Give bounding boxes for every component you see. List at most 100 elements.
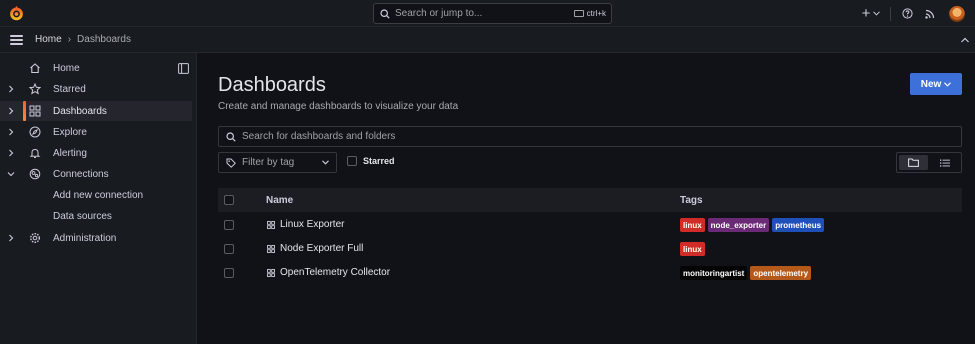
sidebar-item-label: Dashboards [53, 105, 107, 117]
home-icon [30, 63, 40, 74]
top-bar: Search or jump to... ctrl+k + [0, 0, 975, 27]
sidebar-item-label: Alerting [53, 147, 87, 159]
sidebar-item-starred[interactable]: Starred [0, 79, 192, 99]
user-avatar[interactable] [949, 5, 965, 22]
starred-filter-checkbox[interactable]: Starred [347, 156, 395, 166]
page-title: Dashboards [218, 74, 326, 96]
topbar-actions: + [858, 0, 975, 27]
tag-list: linux [680, 242, 705, 256]
chevron-down-icon[interactable] [7, 170, 15, 178]
folder-view-button[interactable] [899, 155, 928, 170]
sidebar-item-administration[interactable]: Administration [0, 228, 192, 248]
dashboard-search-input[interactable]: Search for dashboards and folders [218, 126, 962, 147]
plus-icon: + [861, 5, 871, 22]
sidebar-item-dashboards[interactable]: Dashboards [0, 101, 192, 121]
sidebar-item-label: Starred [53, 83, 86, 95]
chevron-up-icon[interactable] [960, 35, 970, 45]
dashboard-link[interactable]: Node Exporter Full [280, 243, 363, 254]
breadcrumb-bar: Home › Dashboards [0, 27, 975, 53]
page-subtitle: Create and manage dashboards to visualiz… [218, 101, 459, 112]
tag-icon [226, 158, 236, 168]
sidebar-item-alerting[interactable]: Alerting [0, 143, 192, 163]
dashboard-link[interactable]: Linux Exporter [280, 219, 344, 230]
list-icon [939, 159, 950, 167]
grafana-logo-icon[interactable] [8, 5, 25, 22]
row-checkbox[interactable] [224, 220, 234, 230]
dashboard-grid-icon [267, 245, 275, 253]
search-icon [226, 131, 236, 142]
breadcrumb-home[interactable]: Home [35, 34, 62, 45]
column-header-tags: Tags [680, 194, 703, 206]
breadcrumb-separator-icon: › [67, 34, 72, 45]
dashboard-grid-icon [267, 269, 275, 277]
sidebar-nav: Home Starred Dashboards Explore Alerting… [0, 53, 197, 344]
sidebar-item-label: Add new connection [53, 189, 144, 201]
chevron-down-icon [944, 81, 952, 87]
sidebar-item-label: Explore [53, 126, 87, 138]
table-row[interactable]: Linux Exporter linux node_exporter prome… [218, 213, 962, 237]
chevron-right-icon[interactable] [7, 128, 15, 136]
new-dashboard-button[interactable]: New [910, 73, 962, 95]
dashboard-grid-icon [267, 221, 275, 229]
sidebar-item-home[interactable]: Home [0, 58, 192, 78]
sidebar-item-label: Administration [53, 232, 117, 244]
dashboard-grid-icon [29, 105, 41, 117]
connections-icon [29, 168, 41, 180]
row-checkbox[interactable] [224, 244, 234, 254]
tag-list: monitoringartist opentelemetry [680, 266, 812, 280]
hamburger-menu-icon[interactable] [10, 34, 23, 45]
tag-list: linux node_exporter prometheus [680, 218, 825, 232]
chevron-right-icon[interactable] [7, 149, 15, 157]
starred-checkbox[interactable] [347, 156, 357, 166]
table-row[interactable]: Node Exporter Full linux [218, 237, 962, 261]
news-feed-button[interactable] [917, 0, 943, 27]
sidebar-item-connections[interactable]: Connections [0, 164, 192, 184]
tag-badge[interactable]: prometheus [772, 218, 825, 232]
topbar-divider [890, 6, 891, 21]
tag-badge[interactable]: monitoringartist [680, 266, 748, 280]
help-button[interactable] [897, 0, 917, 27]
tag-badge[interactable]: node_exporter [707, 218, 770, 232]
table-header: Name Tags [218, 188, 962, 212]
tag-filter-select[interactable]: Filter by tag [218, 152, 337, 173]
table-row[interactable]: OpenTelemetry Collector monitoringartist… [218, 261, 962, 285]
sidebar-item-label: Connections [53, 168, 109, 180]
help-icon [901, 8, 913, 19]
global-search-input[interactable]: Search or jump to... ctrl+k [373, 3, 612, 24]
tag-badge[interactable]: linux [680, 218, 705, 232]
main-content: Dashboards Create and manage dashboards … [198, 53, 975, 344]
keyboard-shortcut-hint: ctrl+k [573, 9, 606, 18]
row-checkbox[interactable] [224, 268, 234, 278]
search-icon [380, 8, 390, 19]
sidebar-item-explore[interactable]: Explore [0, 122, 192, 142]
compass-icon [29, 126, 41, 138]
breadcrumb-current: Dashboards [77, 34, 131, 45]
sidebar-item-label: Data sources [53, 210, 112, 222]
sidebar-item-add-new-connection[interactable]: Add new connection [0, 185, 192, 205]
sidebar-item-label: Home [53, 62, 80, 74]
chevron-down-icon [322, 160, 329, 165]
chevron-right-icon[interactable] [7, 85, 15, 93]
new-button-label: New [920, 78, 942, 90]
list-view-button[interactable] [930, 155, 959, 170]
chevron-down-icon [873, 11, 881, 16]
bell-icon [29, 148, 41, 158]
star-icon [29, 83, 41, 95]
chevron-right-icon[interactable] [7, 107, 15, 115]
keyboard-icon [573, 10, 584, 17]
shortcut-label: ctrl+k [586, 9, 606, 18]
sidebar-item-data-sources[interactable]: Data sources [0, 206, 192, 226]
new-menu-button[interactable]: + [858, 0, 884, 27]
global-search-placeholder: Search or jump to... [395, 8, 483, 19]
tag-filter-placeholder: Filter by tag [242, 157, 295, 168]
column-header-name[interactable]: Name [266, 195, 293, 206]
rss-icon [925, 9, 935, 19]
tag-badge[interactable]: linux [680, 242, 705, 256]
gear-icon [29, 232, 41, 244]
tag-badge[interactable]: opentelemetry [750, 266, 812, 280]
chevron-right-icon[interactable] [7, 234, 15, 242]
dashboard-link[interactable]: OpenTelemetry Collector [280, 267, 390, 278]
view-toggle [896, 152, 962, 173]
starred-label: Starred [363, 156, 395, 166]
select-all-checkbox[interactable] [224, 195, 234, 205]
